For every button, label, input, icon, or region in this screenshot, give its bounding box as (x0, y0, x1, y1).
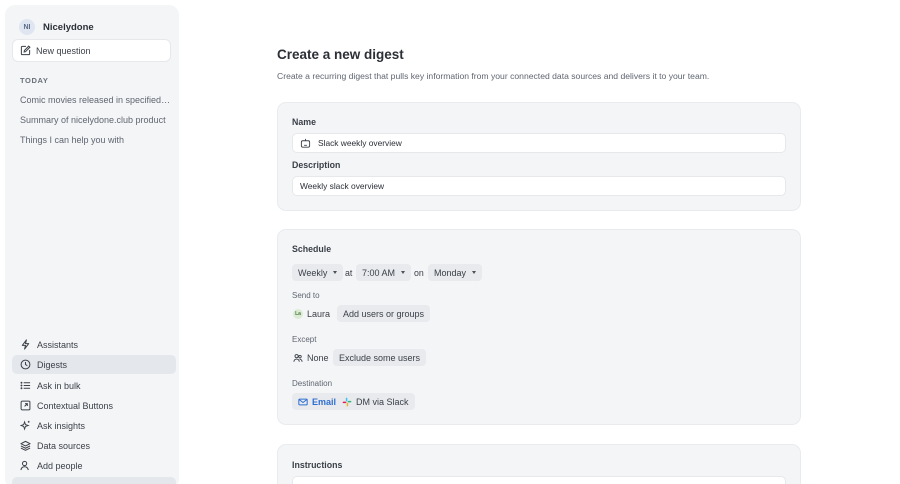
add-users-button[interactable]: Add users or groups (337, 305, 431, 322)
at-text: at (345, 268, 353, 278)
schedule-card: Schedule Weekly at 7:00 AM on Monday Sen… (277, 229, 801, 425)
destination-slack-button[interactable]: DM via Slack (336, 393, 415, 410)
day-value: Monday (434, 267, 467, 278)
clock-icon (20, 359, 31, 370)
external-link-icon (20, 400, 31, 411)
name-label: Name (292, 117, 316, 127)
slack-icon (342, 397, 352, 406)
chevron-down-icon (472, 271, 477, 274)
day-select[interactable]: Monday (428, 264, 483, 281)
history-item[interactable]: Things I can help you with (20, 135, 172, 145)
page-title: Create a new digest (277, 47, 404, 62)
workspace-switcher[interactable]: NI Nicelydone (19, 15, 94, 39)
destination-email-label: Email (312, 396, 337, 407)
frequency-select[interactable]: Weekly (292, 264, 344, 281)
mail-icon (298, 398, 308, 405)
recipient-name: Laura (307, 308, 331, 319)
except-label: Except (292, 335, 317, 344)
new-question-button[interactable]: New question (13, 40, 170, 61)
layers-icon (20, 440, 31, 451)
sidebar-item-label: Add people (37, 460, 83, 471)
sidebar-item-contextual-buttons[interactable]: Contextual Buttons (12, 396, 176, 415)
exclude-users-button[interactable]: Exclude some users (333, 349, 427, 366)
send-to-label: Send to (292, 291, 320, 300)
except-value: None (307, 352, 329, 363)
time-value: 7:00 AM (362, 267, 396, 278)
sidebar-item-ask-in-bulk[interactable]: Ask in bulk (12, 376, 176, 395)
instructions-card: Instructions (277, 444, 801, 484)
name-value: Slack weekly overview (318, 138, 402, 148)
user-plus-icon (20, 460, 29, 471)
users-icon (293, 353, 303, 362)
history-item[interactable]: Summary of nicelydone.club product (20, 115, 172, 125)
destination-slack-label: DM via Slack (356, 396, 409, 407)
edit-icon (20, 45, 31, 56)
chevron-down-icon (401, 271, 406, 274)
sidebar-item-data-sources[interactable]: Data sources (12, 436, 176, 455)
frequency-value: Weekly (298, 267, 328, 278)
sidebar-item-label: Assistants (37, 339, 79, 350)
new-question-label: New question (36, 45, 91, 56)
description-field[interactable]: Weekly slack overview (292, 176, 786, 196)
name-field[interactable]: Slack weekly overview (292, 133, 786, 153)
destination-email-button[interactable]: Email (292, 393, 343, 410)
instructions-label: Instructions (292, 460, 343, 470)
destination-label: Destination (292, 379, 333, 388)
bolt-icon (21, 339, 30, 350)
avatar: La (293, 308, 303, 319)
sidebar-item-label: Ask insights (37, 420, 86, 431)
details-card: Name Slack weekly overview Description W… (277, 102, 801, 211)
sidebar-item-assistants[interactable]: Assistants (12, 335, 176, 354)
recipient-chip[interactable]: La Laura (293, 305, 330, 322)
except-value-chip[interactable]: None (293, 349, 329, 366)
time-select[interactable]: 7:00 AM (356, 264, 412, 281)
add-users-label: Add users or groups (343, 308, 425, 319)
list-icon (20, 381, 31, 390)
sidebar-bottom-item[interactable] (12, 477, 176, 484)
section-label-today: TODAY (20, 76, 49, 85)
exclude-users-label: Exclude some users (339, 352, 421, 363)
page-subtitle: Create a recurring digest that pulls key… (277, 71, 710, 81)
workspace-avatar: NI (19, 19, 35, 35)
sidebar-item-label: Contextual Buttons (37, 400, 114, 411)
workspace-name: Nicelydone (43, 21, 94, 33)
sparkles-icon (20, 420, 30, 431)
description-label: Description (292, 160, 341, 170)
sidebar-item-add-people[interactable]: Add people (12, 456, 176, 475)
slack-bot-icon (300, 138, 311, 148)
sidebar-item-digests[interactable]: Digests (12, 355, 176, 374)
instructions-field[interactable] (292, 476, 786, 484)
sidebar: NI Nicelydone New question TODAY Comic m… (5, 5, 179, 484)
chevron-down-icon (333, 271, 338, 274)
history-item[interactable]: Comic movies released in specified d... (20, 95, 172, 105)
sidebar-item-label: Digests (37, 359, 68, 370)
schedule-label: Schedule (292, 244, 332, 254)
sidebar-item-ask-insights[interactable]: Ask insights (12, 416, 176, 435)
on-text: on (414, 268, 424, 278)
sidebar-item-label: Ask in bulk (37, 380, 81, 391)
sidebar-item-label: Data sources (37, 440, 91, 451)
description-value: Weekly slack overview (300, 181, 385, 191)
